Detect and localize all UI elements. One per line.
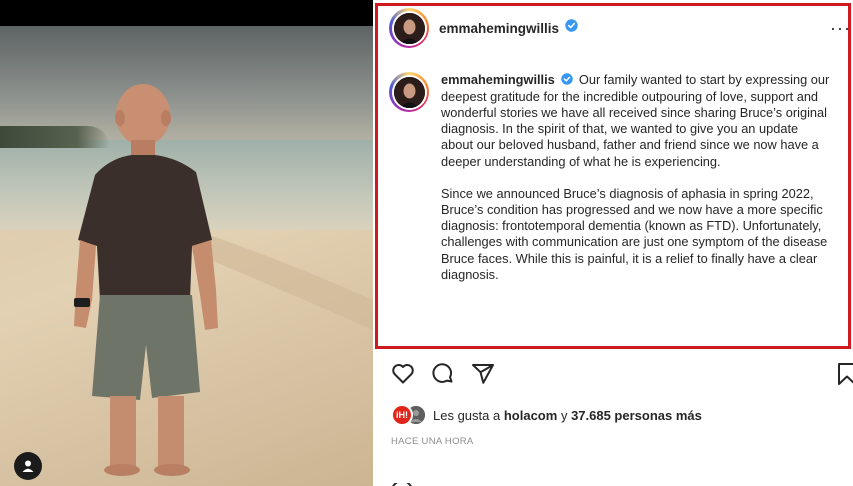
avatar-image xyxy=(393,12,425,44)
post-action-bar xyxy=(389,360,853,392)
heart-icon[interactable] xyxy=(391,362,415,389)
likes-connector: y xyxy=(560,407,568,423)
likes-prefix: Les gusta a xyxy=(433,407,501,423)
more-options-button[interactable]: ··· xyxy=(830,18,851,39)
author-username[interactable]: emmahemingwillis xyxy=(439,21,559,36)
likes-text: Les gusta a holacom y 37.685 personas má… xyxy=(433,408,702,423)
emoji-icon[interactable] xyxy=(391,478,413,486)
share-icon[interactable] xyxy=(471,362,495,391)
comment-icon[interactable] xyxy=(431,362,455,391)
instagram-post-modal: emmahemingwillis ··· emmahemingwillis Ou… xyxy=(0,0,853,486)
post-details-panel: emmahemingwillis ··· emmahemingwillis Ou… xyxy=(373,0,853,486)
caption-text: emmahemingwillis Our family wanted to st… xyxy=(441,72,831,283)
caption-verified-badge-icon xyxy=(561,72,574,89)
caption-avatar-image xyxy=(393,76,425,108)
post-photo[interactable] xyxy=(0,0,373,486)
post-caption: emmahemingwillis Our family wanted to st… xyxy=(389,72,845,283)
likes-count-link[interactable]: 37.685 personas más xyxy=(571,408,702,423)
bookmark-icon[interactable] xyxy=(837,362,853,391)
liker-avatar-holacom[interactable]: iH! xyxy=(391,404,413,426)
post-timestamp[interactable]: HACE UNA HORA xyxy=(391,436,474,447)
verified-badge-icon xyxy=(565,19,578,37)
likes-user-link[interactable]: holacom xyxy=(504,408,557,423)
post-header: emmahemingwillis ··· xyxy=(373,0,853,56)
caption-paragraph-2: Since we announced Bruce’s diagnosis of … xyxy=(441,185,828,282)
photo-person xyxy=(74,84,373,476)
caption-author-avatar[interactable] xyxy=(389,72,429,112)
likes-summary: iH! Les gusta a holacom y 37.685 persona… xyxy=(391,404,702,426)
author-avatar[interactable] xyxy=(389,8,429,48)
caption-paragraph-1: emmahemingwillis Our family wanted to st… xyxy=(441,72,831,170)
caption-username[interactable]: emmahemingwillis xyxy=(441,72,555,87)
tagged-user-icon[interactable] xyxy=(14,452,42,480)
